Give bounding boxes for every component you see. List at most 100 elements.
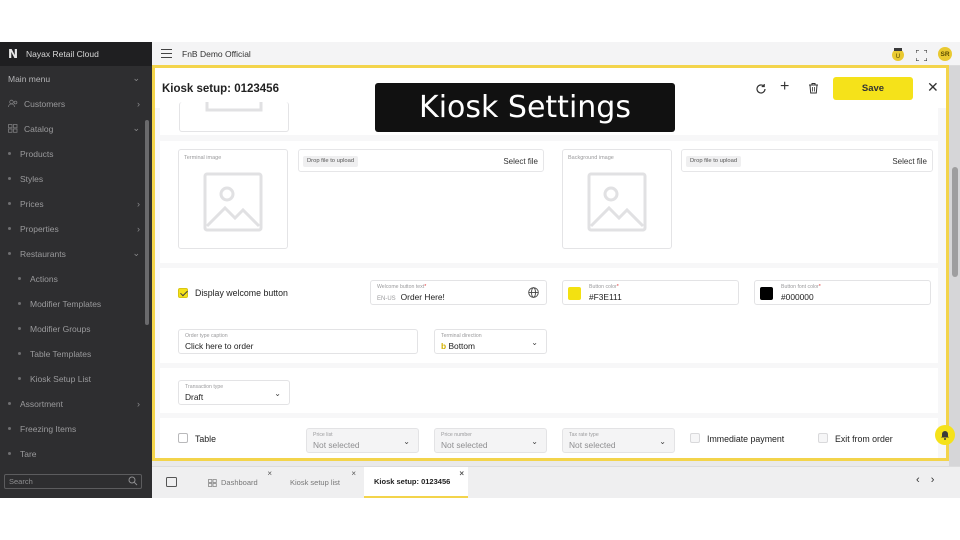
price-number-value: Not selected xyxy=(441,440,488,450)
bullet-icon xyxy=(8,452,11,455)
chevron-down-icon[interactable]: ⌄ xyxy=(274,389,281,398)
close-tab-icon[interactable]: × xyxy=(267,469,272,478)
tab-dashboard[interactable]: Dashboard × xyxy=(196,467,276,498)
chevron-down-icon[interactable]: ⌄ xyxy=(531,437,538,446)
tabs-overview-icon[interactable] xyxy=(166,477,177,487)
previous-image-box[interactable] xyxy=(179,102,289,132)
button-color-swatch[interactable] xyxy=(568,287,581,300)
field-value: b Bottom xyxy=(441,341,475,351)
trophy-icon[interactable]: U xyxy=(890,46,906,62)
close-icon[interactable]: ✕ xyxy=(927,80,939,94)
bullet-icon xyxy=(8,402,11,405)
globe-icon[interactable] xyxy=(528,287,539,298)
sidebar-item[interactable]: Properties › xyxy=(0,216,146,241)
help-bell-icon[interactable] xyxy=(935,425,955,445)
terminal-image-dropzone[interactable]: Drop file to upload Select file xyxy=(298,149,544,172)
save-button[interactable]: Save xyxy=(833,77,913,100)
trash-icon[interactable] xyxy=(808,81,819,94)
sidebar-item[interactable]: Actions xyxy=(0,266,146,291)
tab-scroll-arrows-icon[interactable]: ‹ › xyxy=(916,474,938,486)
immediate-payment-label: Immediate payment xyxy=(707,434,785,444)
chevron-down-icon[interactable]: ⌄ xyxy=(132,73,140,84)
sidebar-item[interactable]: Modifier Templates xyxy=(0,291,146,316)
chevron-down-icon[interactable]: ⌄ xyxy=(132,248,140,259)
font-color-value: #000000 xyxy=(781,292,814,302)
sidebar-item[interactable]: Customers › xyxy=(0,91,146,116)
table-checkbox[interactable] xyxy=(178,433,188,443)
page-scrollbar-thumb[interactable] xyxy=(952,167,958,277)
sidebar-item-label: Customers xyxy=(24,98,66,109)
sidebar-item[interactable]: Catalog ⌄ xyxy=(0,116,146,141)
table-section: Table Price list Not selected ⌄ Price nu… xyxy=(160,418,938,458)
sidebar: N Nayax Retail Cloud Main menu ⌄ Customers… xyxy=(0,42,152,498)
sidebar-item[interactable]: Restaurants ⌄ xyxy=(0,241,146,266)
sidebar-item-label: Tare xyxy=(20,448,37,459)
terminal-direction-select[interactable]: Terminal direction b Bottom ⌄ xyxy=(434,329,547,354)
sidebar-search-input[interactable]: Search xyxy=(4,474,142,489)
sidebar-item[interactable]: Assortment › xyxy=(0,391,146,416)
fullscreen-icon[interactable] xyxy=(915,48,928,62)
sidebar-scrollbar[interactable] xyxy=(145,120,149,325)
select-file-link[interactable]: Select file xyxy=(892,157,927,166)
add-icon[interactable]: + xyxy=(780,79,789,95)
price-number-select[interactable]: Price number Not selected ⌄ xyxy=(434,428,547,453)
button-font-color-field[interactable]: Button font color* #000000 xyxy=(754,280,931,305)
close-tab-icon[interactable]: × xyxy=(459,469,464,478)
chevron-down-icon[interactable]: ⌄ xyxy=(531,338,538,347)
tab-kiosk-setup-detail[interactable]: Kiosk setup: 0123456 × xyxy=(364,467,468,498)
refresh-icon[interactable] xyxy=(755,82,767,94)
tab-label: Kiosk setup: 0123456 xyxy=(374,477,451,486)
tab-kiosk-setup-list[interactable]: Kiosk setup list × xyxy=(280,467,360,498)
chevron-down-icon[interactable]: ⌄ xyxy=(659,437,666,446)
field-label-text: Button font color xyxy=(781,284,819,290)
sidebar-item[interactable]: Freezing Items xyxy=(0,416,146,441)
dialog-scrollbar[interactable] xyxy=(940,108,946,458)
select-file-link[interactable]: Select file xyxy=(503,157,538,166)
transaction-type-select[interactable]: Transaction type Draft ⌄ xyxy=(178,380,290,405)
chevron-right-icon[interactable]: › xyxy=(137,199,140,209)
welcome-button-text-field[interactable]: Welcome button text* EN-US Order Here! xyxy=(370,280,547,305)
image-placeholder-icon xyxy=(203,172,263,232)
chevron-right-icon[interactable]: › xyxy=(137,399,140,409)
sidebar-item-label: Assortment xyxy=(20,398,63,409)
sidebar-header: N Nayax Retail Cloud xyxy=(0,42,152,66)
chevron-down-icon[interactable]: ⌄ xyxy=(132,123,140,134)
sidebar-item[interactable]: Styles xyxy=(0,166,146,191)
exit-from-order-checkbox[interactable] xyxy=(818,433,828,443)
sidebar-item[interactable]: Main menu ⌄ xyxy=(0,66,146,91)
hamburger-menu-icon[interactable] xyxy=(161,49,172,58)
sidebar-item[interactable]: Prices › xyxy=(0,191,146,216)
chevron-right-icon[interactable]: › xyxy=(137,224,140,234)
font-color-swatch[interactable] xyxy=(760,287,773,300)
background-image-dropzone[interactable]: Drop file to upload Select file xyxy=(681,149,933,172)
sidebar-item[interactable]: Modifier Groups xyxy=(0,316,146,341)
sidebar-item-label: Styles xyxy=(20,173,44,184)
sidebar-item[interactable]: Tare xyxy=(0,441,146,466)
background-image-box[interactable]: Background image xyxy=(562,149,672,249)
image-placeholder-icon xyxy=(587,172,647,232)
sidebar-item[interactable]: Products xyxy=(0,141,146,166)
sidebar-item[interactable]: Kiosk Setup List xyxy=(0,366,146,391)
display-welcome-label: Display welcome button xyxy=(195,288,288,298)
welcome-section: Display welcome button Welcome button te… xyxy=(160,268,938,363)
terminal-image-box[interactable]: Terminal image xyxy=(178,149,288,249)
table-label: Table xyxy=(195,434,217,444)
order-type-caption-field[interactable]: Order type caption Click here to order xyxy=(178,329,418,354)
search-icon[interactable] xyxy=(128,476,138,488)
user-avatar[interactable]: SR xyxy=(938,47,952,61)
bullet-icon xyxy=(8,177,11,180)
bottom-tab-bar: Dashboard × Kiosk setup list × Kiosk set… xyxy=(152,466,960,498)
immediate-payment-checkbox[interactable] xyxy=(690,433,700,443)
close-tab-icon[interactable]: × xyxy=(351,469,356,478)
price-list-select[interactable]: Price list Not selected ⌄ xyxy=(306,428,419,453)
chevron-right-icon[interactable]: › xyxy=(137,99,140,109)
field-label: Terminal direction xyxy=(441,333,482,339)
exit-from-order-label: Exit from order xyxy=(835,434,893,444)
dashboard-icon xyxy=(208,478,217,487)
chevron-down-icon[interactable]: ⌄ xyxy=(403,437,410,446)
display-welcome-checkbox[interactable] xyxy=(178,288,188,298)
sidebar-item[interactable]: Table Templates xyxy=(0,341,146,366)
tax-rate-select[interactable]: Tax rate type Not selected ⌄ xyxy=(562,428,675,453)
button-color-field[interactable]: Button color* #F3E111 xyxy=(562,280,739,305)
sidebar-item-label: Modifier Templates xyxy=(30,298,102,309)
